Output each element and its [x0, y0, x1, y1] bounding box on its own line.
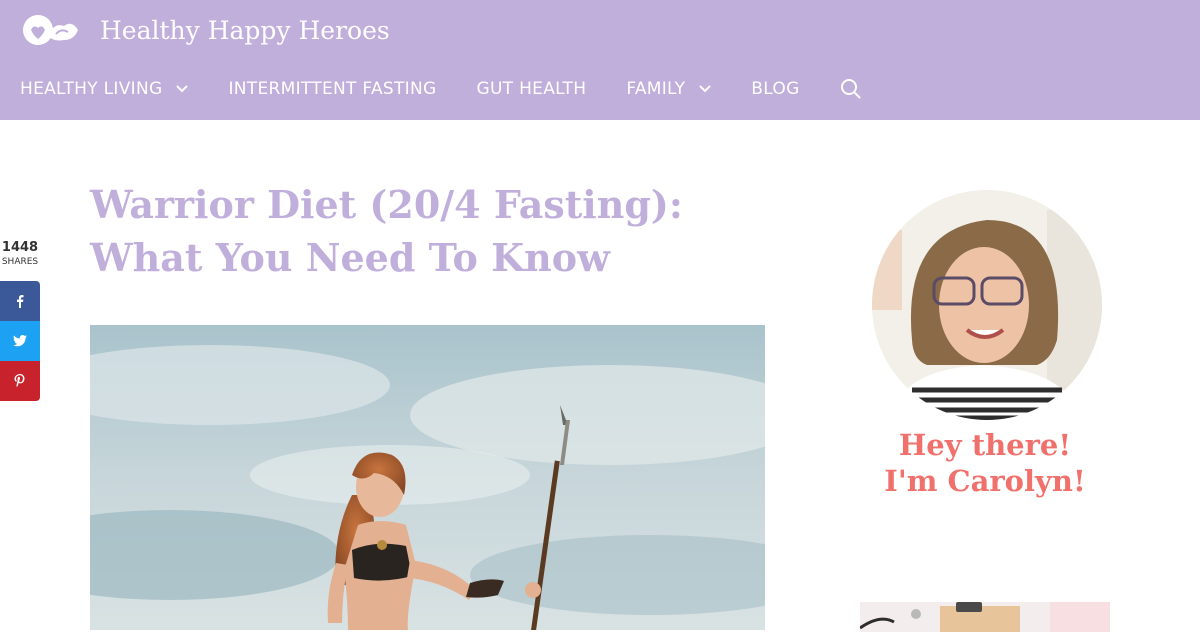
- nav-item-label: FAMILY: [626, 79, 686, 99]
- article-title: Warrior Diet (20/4 Fasting): What You Ne…: [90, 182, 683, 280]
- author-greeting: Hey there! I'm Carolyn!: [860, 427, 1110, 499]
- greeting-line-1: Hey there!: [898, 428, 1072, 462]
- share-count: 1448: [1, 240, 39, 255]
- main-nav: HEALTHY LIVING INTERMITTENT FASTING GUT …: [20, 70, 862, 108]
- site-brand[interactable]: Healthy Happy Heroes: [22, 10, 390, 50]
- nav-item-family[interactable]: FAMILY: [626, 79, 711, 99]
- site-title[interactable]: Healthy Happy Heroes: [100, 16, 390, 45]
- warrior-photo: [90, 325, 765, 630]
- facebook-share-button[interactable]: [0, 281, 40, 321]
- nav-item-label: BLOG: [751, 79, 800, 99]
- desk-photo: [860, 602, 1110, 632]
- author-photo: [872, 190, 1102, 420]
- pinterest-share-button[interactable]: [0, 361, 40, 401]
- share-bar: 1448 SHARES: [0, 240, 40, 401]
- logo-icon: [23, 15, 78, 45]
- chevron-down-icon: [176, 85, 189, 93]
- site-header: Healthy Happy Heroes HEALTHY LIVING INTE…: [0, 0, 1200, 120]
- search-icon[interactable]: [840, 78, 862, 100]
- nav-item-healthy-living[interactable]: HEALTHY LIVING: [20, 79, 189, 99]
- sidebar-promo-image: [860, 602, 1110, 632]
- nav-item-gut-health[interactable]: GUT HEALTH: [476, 79, 586, 99]
- share-label: SHARES: [1, 257, 39, 267]
- author-avatar: [872, 190, 1102, 420]
- nav-item-label: HEALTHY LIVING: [20, 79, 163, 99]
- twitter-share-button[interactable]: [0, 321, 40, 361]
- greeting-line-2: I'm Carolyn!: [884, 464, 1086, 498]
- twitter-icon: [13, 335, 27, 347]
- chevron-down-icon: [699, 85, 711, 93]
- nav-item-label: INTERMITTENT FASTING: [228, 79, 437, 99]
- nav-item-label: GUT HEALTH: [476, 79, 587, 99]
- nav-item-blog[interactable]: BLOG: [751, 79, 799, 99]
- facebook-icon: [17, 295, 24, 308]
- pinterest-icon: [14, 374, 25, 388]
- article-hero-image: [90, 325, 765, 630]
- nav-item-intermittent-fasting[interactable]: INTERMITTENT FASTING: [228, 79, 436, 99]
